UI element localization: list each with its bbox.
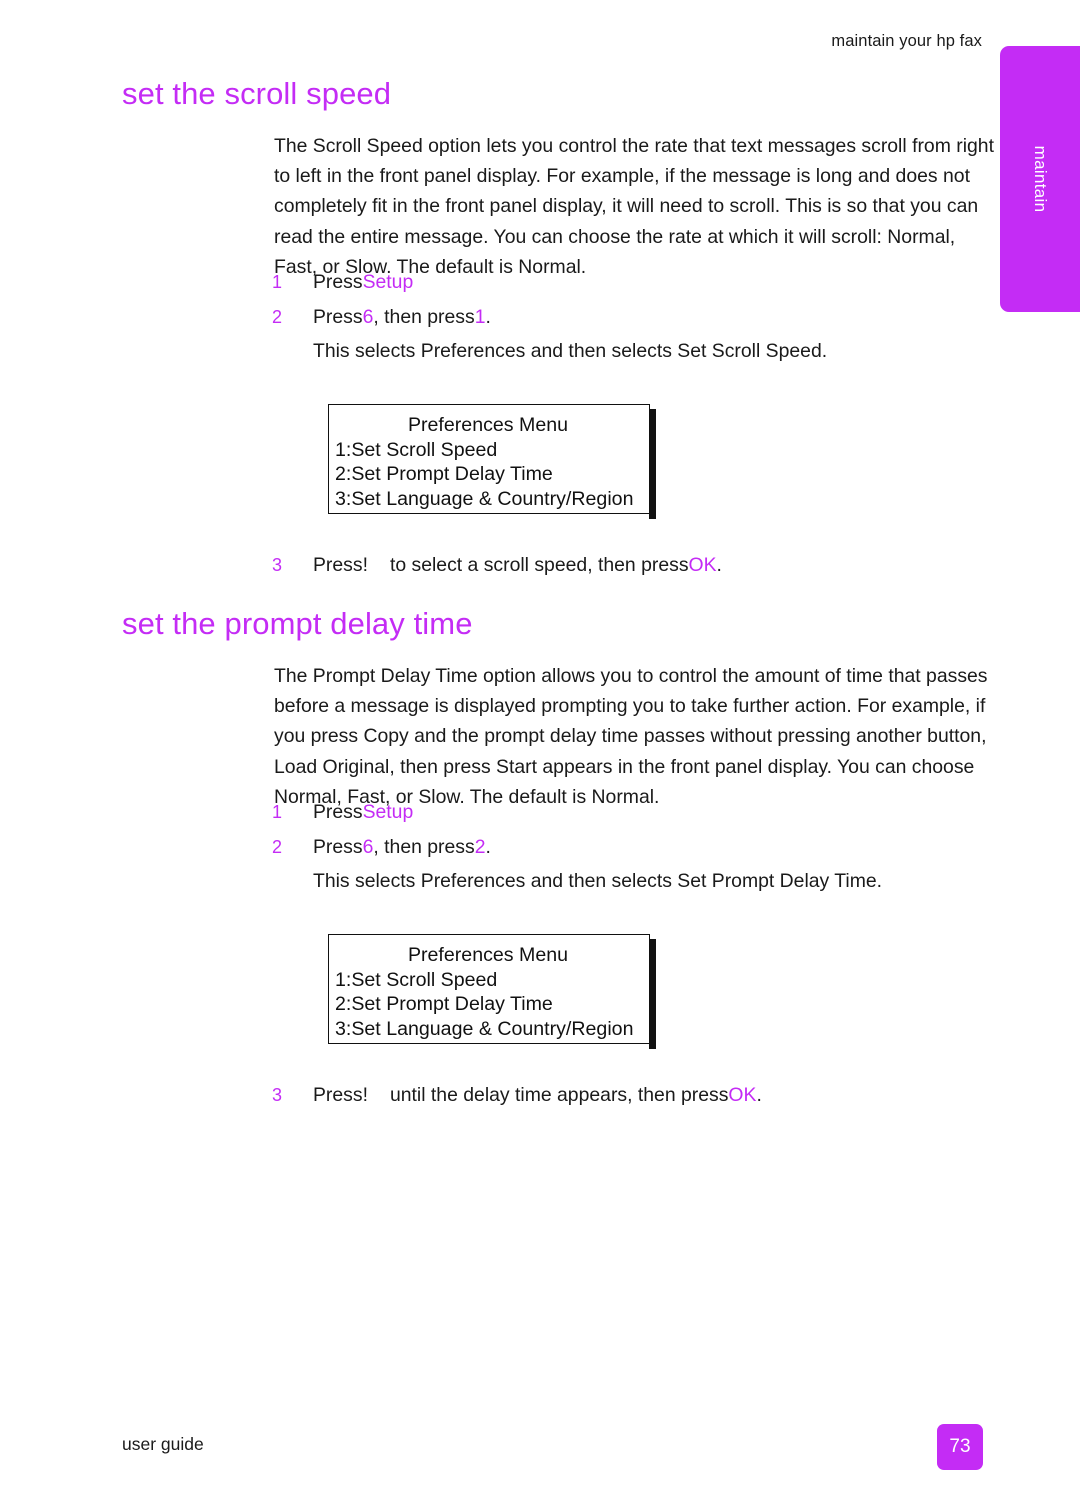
lcd-menu-item: 2:Set Prompt Delay Time xyxy=(335,463,553,486)
step-text-lead: Press! xyxy=(313,554,368,576)
side-thumb-tab: maintain xyxy=(1000,46,1080,312)
document-page: maintain your hp fax maintain set the sc… xyxy=(0,0,1080,1495)
step-text: PressSetup xyxy=(313,265,1012,300)
section-heading-scroll-speed: set the scroll speed xyxy=(122,76,392,111)
step-number: 2 xyxy=(272,836,283,857)
step-list-scroll-speed: 1 PressSetup 2 Press6, then press1. This… xyxy=(272,265,1012,369)
step-text-tail: . xyxy=(485,835,491,858)
step-list-scroll-speed-continued: 3 Press! to select a scroll speed, then p… xyxy=(272,548,1012,583)
lcd-menu-item: 1:Set Scroll Speed xyxy=(335,968,498,991)
step-text: PressSetup xyxy=(313,795,1012,830)
step-number: 3 xyxy=(272,555,283,575)
lcd-menu-item: 2:Set Prompt Delay Time xyxy=(335,993,553,1016)
section-heading-prompt-delay-time: set the prompt delay time xyxy=(122,606,473,641)
step-item: 2 Press6, then press1. xyxy=(272,300,1012,335)
step-number: 2 xyxy=(272,306,283,327)
step-text-mid: , then press xyxy=(373,835,475,858)
front-panel-display-illustration: Preferences Menu 1:Set Scroll Speed 2:Se… xyxy=(328,404,656,519)
lcd-menu-title: Preferences Menu xyxy=(407,944,569,966)
step-number: 1 xyxy=(272,272,283,292)
front-panel-display-illustration: Preferences Menu 1:Set Scroll Speed 2:Se… xyxy=(328,934,656,1049)
step-text-lead: Press! xyxy=(313,1084,368,1106)
step-item: 3 Press! to select a scroll speed, then p… xyxy=(272,548,1012,583)
step-text-mid: until the delay time appears, then press xyxy=(389,1084,729,1106)
step-number: 1 xyxy=(272,802,283,822)
step-text-lead: Press xyxy=(313,801,363,823)
step-item: 2 Press6, then press2. xyxy=(272,830,1012,865)
ui-key-setup: Setup xyxy=(362,271,414,293)
step-item: 3 Press! until the delay time appears, th… xyxy=(272,1078,1012,1113)
ui-key-ok: OK xyxy=(728,1084,757,1106)
step-text: Press6, then press1. xyxy=(313,300,1012,335)
step-text-mid: to select a scroll speed, then press xyxy=(389,554,689,576)
step-list-prompt-delay-time: 1 PressSetup 2 Press6, then press2. This… xyxy=(272,795,1012,899)
step-text: Press! to select a scroll speed, then pre… xyxy=(313,548,1012,583)
step-text-tail: . xyxy=(756,1084,762,1106)
front-panel-display-content: Preferences Menu 1:Set Scroll Speed 2:Se… xyxy=(329,935,649,1041)
step-text-tail: . xyxy=(716,554,722,576)
ui-key-six: 6 xyxy=(362,305,374,328)
ui-key-one: 1 xyxy=(474,305,486,328)
lcd-menu-item: 1:Set Scroll Speed xyxy=(335,438,498,461)
side-thumb-tab-label: maintain xyxy=(1031,145,1050,213)
footer-label: user guide xyxy=(122,1434,204,1454)
ui-key-six: 6 xyxy=(362,835,374,858)
section-paragraph-scroll-speed: The Scroll Speed option lets you control… xyxy=(274,135,994,278)
step-item: 1 PressSetup xyxy=(272,265,1012,300)
ui-key-two: 2 xyxy=(474,835,486,858)
step-text-mid: , then press xyxy=(373,305,475,328)
step-text-lead: Press xyxy=(313,835,363,858)
step-number: 3 xyxy=(272,1085,283,1105)
page-number-badge: 73 xyxy=(937,1424,983,1470)
lcd-menu-item: 3:Set Language & Country/Region xyxy=(335,487,634,510)
step-text-lead: Press xyxy=(313,305,363,328)
ui-key-ok: OK xyxy=(688,554,717,576)
step-sub-text: This selects Preferences and then select… xyxy=(313,870,883,892)
step-text: Press6, then press2. xyxy=(313,830,1012,865)
step-text-lead: Press xyxy=(313,271,363,293)
section-paragraph-prompt-delay-time: The Prompt Delay Time option allows you … xyxy=(274,665,988,808)
ui-key-setup: Setup xyxy=(362,801,414,823)
step-text: Press! until the delay time appears, then… xyxy=(313,1078,1012,1113)
step-item: 1 PressSetup xyxy=(272,795,1012,830)
step-list-prompt-delay-time-continued: 3 Press! until the delay time appears, th… xyxy=(272,1078,1012,1113)
front-panel-display-content: Preferences Menu 1:Set Scroll Speed 2:Se… xyxy=(329,405,649,511)
lcd-menu-title: Preferences Menu xyxy=(407,414,569,436)
lcd-menu-item: 3:Set Language & Country/Region xyxy=(335,1017,634,1040)
running-header: maintain your hp fax xyxy=(831,32,982,50)
page-number: 73 xyxy=(949,1436,971,1457)
step-sub-text: This selects Preferences and then select… xyxy=(313,340,828,362)
step-text-tail: . xyxy=(485,305,491,328)
